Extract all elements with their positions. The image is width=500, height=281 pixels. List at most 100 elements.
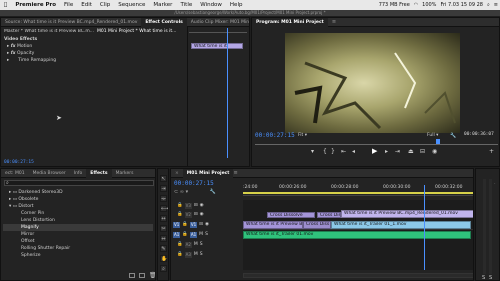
solo-icon[interactable]: S xyxy=(205,232,208,237)
settings-icon[interactable]: 🔧 xyxy=(450,133,456,139)
mute-icon[interactable]: M xyxy=(194,242,198,247)
slip-tool-icon[interactable]: ⇔ xyxy=(160,235,167,242)
program-video-frame[interactable] xyxy=(285,33,460,133)
chevron-right-icon[interactable]: ▸ xyxy=(7,51,9,56)
lock-icon[interactable]: 🔒 xyxy=(182,232,188,237)
zoom-select[interactable]: Fit ▾ xyxy=(298,133,307,138)
extract-icon[interactable]: ⊟ xyxy=(420,148,425,155)
menu-help[interactable]: Help xyxy=(226,2,247,8)
effect-item[interactable]: Offset xyxy=(21,239,35,244)
menu-file[interactable]: File xyxy=(60,2,77,8)
linked-selection-icon[interactable]: ∞ xyxy=(180,189,184,195)
lock-icon[interactable]: 🔒 xyxy=(177,242,183,247)
folder-obsolete[interactable]: ▸ ▭ Obsolete xyxy=(9,197,38,202)
timeline-clip[interactable]: What time is it Preview B xyxy=(243,221,303,229)
fx-icon[interactable]: fx xyxy=(11,44,16,49)
mute-icon[interactable]: M xyxy=(199,232,203,237)
source-patch[interactable]: V1 xyxy=(173,221,181,228)
quality-select[interactable]: Full ▾ xyxy=(427,133,438,138)
lock-icon[interactable]: 🔒 xyxy=(177,252,183,257)
chevron-right-icon[interactable]: ▸ xyxy=(7,58,9,63)
timeline-clip[interactable]: What time is it Preview BC.mp4_Rendered_… xyxy=(341,210,473,218)
tab-sequence[interactable]: M01 Mini Project xyxy=(182,169,234,178)
menu-clip[interactable]: Clip xyxy=(96,2,114,8)
solo-icon[interactable]: S xyxy=(482,275,485,280)
effect-opacity[interactable]: ▸ fx Opacity xyxy=(7,51,34,56)
program-scrub-bar[interactable] xyxy=(255,141,498,145)
menu-list-icon[interactable]: ≡ xyxy=(494,2,498,8)
export-frame-icon[interactable]: ◉ xyxy=(432,148,437,155)
effect-controls-timecode[interactable]: 00:00:27:15 xyxy=(4,160,34,165)
new-bin-icon[interactable] xyxy=(129,273,135,278)
eye-icon[interactable]: ◉ xyxy=(200,203,204,208)
go-to-out-icon[interactable]: ⇥ xyxy=(395,148,400,155)
work-area-bar[interactable] xyxy=(243,192,473,194)
settings-icon[interactable]: 🔧 xyxy=(210,189,216,195)
transition-clip[interactable]: Cross Diss xyxy=(317,212,341,218)
effect-item[interactable]: Rolling Shutter Repair xyxy=(21,246,70,251)
trash-icon[interactable]: 🗑 xyxy=(149,272,155,279)
add-marker-icon[interactable]: ▾ xyxy=(186,189,189,195)
source-patch[interactable]: A1 xyxy=(173,231,181,238)
lift-icon[interactable]: ⏏ xyxy=(408,148,414,155)
snap-icon[interactable]: ⊂ xyxy=(174,189,178,195)
new-item-icon[interactable] xyxy=(139,273,145,278)
tab-audio-clip-mixer[interactable]: Audio Clip Mixer: M01 Mini xyxy=(187,18,249,27)
mark-out-icon[interactable]: } xyxy=(331,148,335,155)
tab-media-browser[interactable]: Media Browser xyxy=(29,169,70,178)
solo-icon[interactable]: S xyxy=(489,275,492,280)
mini-playhead[interactable] xyxy=(227,28,228,158)
chevron-right-icon[interactable]: ▸ xyxy=(7,44,9,49)
rolling-edit-tool-icon[interactable]: ⟷ xyxy=(160,205,168,212)
tab-effects[interactable]: Effects xyxy=(86,169,112,178)
track-name[interactable]: A1 xyxy=(189,231,198,238)
solo-icon[interactable]: S xyxy=(200,252,203,257)
wifi-icon[interactable]: ◠ xyxy=(414,2,418,8)
effect-item[interactable]: Corner Pin xyxy=(21,211,44,216)
track-name[interactable]: V3 xyxy=(184,202,192,209)
rate-stretch-tool-icon[interactable]: ↔ xyxy=(160,215,167,222)
effect-item-selected[interactable]: Magnify xyxy=(21,225,39,230)
track-name[interactable]: A3 xyxy=(184,251,192,258)
pen-tool-icon[interactable]: ✎ xyxy=(160,245,167,252)
tab-effect-controls[interactable]: Effect Controls xyxy=(141,18,187,27)
razor-tool-icon[interactable]: ✂ xyxy=(160,225,167,232)
tab-project[interactable]: ect: M01 xyxy=(1,169,29,178)
menu-marker[interactable]: Marker xyxy=(149,2,176,8)
zoom-tool-icon[interactable]: ⌕ xyxy=(160,265,167,272)
tab-info[interactable]: Info xyxy=(70,169,87,178)
battery-status[interactable]: 100% xyxy=(422,2,436,8)
master-clip-label[interactable]: Master * What time is it Preview BC.m... xyxy=(4,29,94,34)
effect-item[interactable]: Lens Distortion xyxy=(21,218,55,223)
search-icon[interactable]: ⌕ xyxy=(487,2,490,8)
timeline-timecode[interactable]: 00:00:27:15 xyxy=(174,180,214,187)
close-icon[interactable]: × xyxy=(171,169,183,178)
effect-item[interactable]: Mirror xyxy=(21,232,34,237)
effect-time-remapping[interactable]: ▸ Time Remapping xyxy=(7,58,56,63)
step-back-icon[interactable]: ◂ xyxy=(352,148,355,155)
sync-lock-icon[interactable]: ⊟ xyxy=(199,222,203,227)
effect-motion[interactable]: ▸ fx Motion xyxy=(7,44,32,49)
timeline-playhead[interactable] xyxy=(424,185,425,270)
menu-title[interactable]: Title xyxy=(176,2,196,8)
timeline-clip[interactable]: What time is it_Trailer 01_1.mov xyxy=(331,221,471,229)
lock-icon[interactable]: 🔒 xyxy=(182,222,188,227)
tab-program[interactable]: Program: M01 Mini Project xyxy=(252,18,328,27)
mini-timeline-clip[interactable]: What time is it xyxy=(191,43,243,49)
solo-icon[interactable]: S xyxy=(200,242,203,247)
hand-tool-icon[interactable]: ✋ xyxy=(160,255,167,262)
program-timecode[interactable]: 00:00:27:15 xyxy=(255,132,295,139)
mark-in-icon[interactable]: { xyxy=(323,148,327,155)
track-name[interactable]: A2 xyxy=(184,241,192,248)
add-marker-icon[interactable]: ▾ xyxy=(311,148,314,155)
fx-icon[interactable]: fx xyxy=(11,51,16,56)
lock-icon[interactable]: 🔒 xyxy=(177,203,183,208)
ripple-edit-tool-icon[interactable]: ⟛ xyxy=(160,195,167,202)
track-select-tool-icon[interactable]: ⇥ xyxy=(160,185,167,192)
sync-lock-icon[interactable]: ⊟ xyxy=(194,212,198,217)
folder-distort[interactable]: ▾ ▭ Distort xyxy=(9,204,34,209)
clock[interactable]: Fri 7.03 15 09 28 xyxy=(440,2,483,8)
time-ruler[interactable]: :24:00 00:00:26:00 00:00:28:00 00:00:30:… xyxy=(243,183,473,196)
transition-clip[interactable]: Cross Dissolve xyxy=(267,212,315,218)
selection-tool-icon[interactable]: ↖ xyxy=(160,175,167,182)
